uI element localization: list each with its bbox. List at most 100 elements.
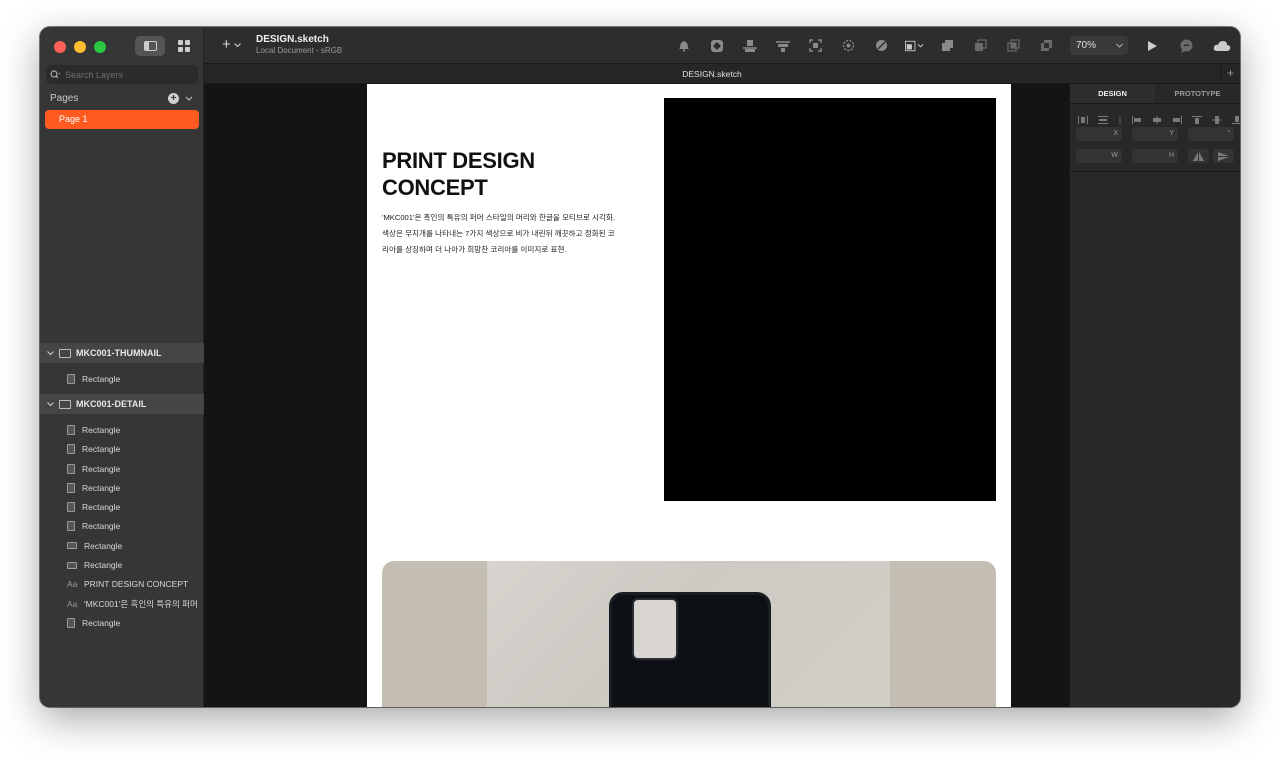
phone-case-photo[interactable] xyxy=(487,561,890,707)
layer-row[interactable]: Rectangle xyxy=(40,478,204,497)
print-design-heading[interactable]: PRINT DESIGN CONCEPT xyxy=(382,147,535,201)
artboard-icon xyxy=(59,348,71,358)
black-rectangle[interactable] xyxy=(664,98,996,501)
toolbar-icons xyxy=(674,37,1056,54)
layer-row[interactable]: Rectangle xyxy=(40,420,204,439)
camera-cutout xyxy=(632,598,678,660)
chevron-down-icon[interactable] xyxy=(185,96,193,102)
align-icon[interactable] xyxy=(773,37,792,54)
layer-row[interactable]: Rectangle xyxy=(40,440,204,459)
layer-label: Rectangle xyxy=(82,444,121,455)
width-field[interactable]: W xyxy=(1076,149,1122,163)
distribute-icon[interactable] xyxy=(740,37,759,54)
scissors-icon[interactable] xyxy=(872,37,891,54)
layer-label: Rectangle xyxy=(82,521,121,532)
height-field[interactable]: H xyxy=(1132,149,1178,163)
bell-icon[interactable] xyxy=(674,37,693,54)
align-right-icon[interactable] xyxy=(1172,111,1182,124)
document-tab-bar: DESIGN.sketch + xyxy=(204,64,1240,84)
layer-row[interactable]: Rectangle xyxy=(40,369,204,388)
difference-icon[interactable] xyxy=(1037,37,1056,54)
tab-prototype[interactable]: PROTOTYPE xyxy=(1155,84,1240,103)
layer-row[interactable]: Rectangle xyxy=(40,497,204,516)
description-line: 색상은 무지개를 나타내는 7가지 색상으로 비가 내린뒤 깨끗하고 정화된 코 xyxy=(382,229,615,238)
geometry-fields: X Y ° W H xyxy=(1070,119,1240,163)
position-row: X Y ° xyxy=(1076,127,1234,141)
frame-icon[interactable] xyxy=(806,37,825,54)
artboard-mkc001-detail[interactable]: PRINT DESIGN CONCEPT 'MKC001'은 흑인의 특유의 퍼… xyxy=(367,84,1011,707)
text-layer-icon: Aa xyxy=(67,579,78,590)
concept-description[interactable]: 'MKC001'은 흑인의 특유의 퍼머 스타일의 머리와 한글을 모티브로 시… xyxy=(382,210,647,258)
insert-button[interactable]: + xyxy=(222,37,241,52)
layer-row[interactable]: Rectangle xyxy=(40,536,204,555)
add-page-icon[interactable]: + xyxy=(168,93,179,104)
layer-row[interactable]: Rectangle xyxy=(40,613,204,632)
inspector-divider xyxy=(1070,171,1240,172)
layer-label: 'MKC001'은 흑인의 특유의 퍼머 xyxy=(84,598,198,609)
x-field[interactable]: X xyxy=(1076,127,1122,141)
design-canvas[interactable]: PRINT DESIGN CONCEPT 'MKC001'은 흑인의 특유의 퍼… xyxy=(204,84,1069,707)
mask-icon[interactable] xyxy=(839,37,858,54)
grid-icon xyxy=(178,40,190,52)
heading-line: PRINT DESIGN xyxy=(382,148,535,173)
zoom-window-button[interactable] xyxy=(94,41,106,53)
layer-row[interactable]: Rectangle xyxy=(40,517,204,536)
align-top-icon[interactable] xyxy=(1192,111,1202,124)
layer-label: Rectangle xyxy=(82,502,121,513)
union-icon[interactable] xyxy=(938,37,957,54)
align-bottom-icon[interactable] xyxy=(1232,111,1240,124)
artboard-name: MKC001-DETAIL xyxy=(76,399,147,410)
play-icon[interactable] xyxy=(1142,37,1161,54)
search-input[interactable] xyxy=(65,69,185,80)
close-window-button[interactable] xyxy=(54,41,66,53)
intersect-icon[interactable] xyxy=(1004,37,1023,54)
component-icon[interactable] xyxy=(707,37,726,54)
tab-design[interactable]: DESIGN xyxy=(1070,84,1155,103)
window-controls xyxy=(54,41,106,53)
new-tab-button[interactable]: + xyxy=(1220,64,1240,84)
layer-row[interactable]: Aa PRINT DESIGN CONCEPT xyxy=(40,575,204,594)
artboard-group-detail[interactable]: MKC001-DETAIL xyxy=(40,394,204,415)
y-field[interactable]: Y xyxy=(1132,127,1178,141)
flip-vertical-button[interactable] xyxy=(1213,149,1234,163)
zoom-select[interactable]: 70% xyxy=(1070,36,1128,55)
flip-horizontal-icon xyxy=(1193,151,1204,161)
comment-icon[interactable] xyxy=(1177,37,1196,54)
layer-row[interactable]: Rectangle xyxy=(40,459,204,478)
rectangle-icon xyxy=(67,561,77,569)
chevron-down-icon xyxy=(1116,43,1123,48)
rotation-field[interactable]: ° xyxy=(1188,127,1234,141)
align-left-icon[interactable] xyxy=(1132,111,1142,124)
layer-list-view-button[interactable] xyxy=(135,36,165,56)
distribute-horizontal-icon[interactable] xyxy=(1078,111,1088,124)
cloud-icon[interactable] xyxy=(1212,37,1231,54)
more-icon[interactable] xyxy=(1118,111,1122,124)
document-subtitle: Local Document - sRGB xyxy=(256,46,343,55)
layer-label: Rectangle xyxy=(82,424,121,435)
rectangle-icon xyxy=(67,542,77,550)
size-row: W H xyxy=(1076,149,1234,163)
artboard-group-thumnail[interactable]: MKC001-THUMNAIL xyxy=(40,343,204,363)
rectangle-icon xyxy=(67,502,75,513)
layer-row[interactable]: Rectangle xyxy=(40,555,204,574)
layer-label: Rectangle xyxy=(84,560,123,571)
layer-row[interactable]: Aa 'MKC001'은 흑인의 특유의 퍼머 xyxy=(40,594,204,613)
flip-horizontal-button[interactable] xyxy=(1188,149,1209,163)
tab-design-sketch[interactable]: DESIGN.sketch xyxy=(204,69,1220,79)
align-middle-icon[interactable] xyxy=(1212,111,1222,124)
distribute-vertical-icon[interactable] xyxy=(1098,111,1108,124)
components-view-button[interactable] xyxy=(169,36,199,56)
rectangle-icon xyxy=(67,617,75,628)
layer-label: Rectangle xyxy=(82,617,121,628)
transform-icon[interactable] xyxy=(905,37,924,54)
minimize-window-button[interactable] xyxy=(74,41,86,53)
page-item-page-1[interactable]: Page 1 xyxy=(45,110,199,129)
sidebar-view-toggle xyxy=(135,36,199,56)
subtract-icon[interactable] xyxy=(971,37,990,54)
toolbar: + DESIGN.sketch Local Document - sRGB 70… xyxy=(204,27,1240,64)
align-center-icon[interactable] xyxy=(1152,111,1162,124)
chevron-down-icon[interactable] xyxy=(47,401,54,407)
pages-label: Pages xyxy=(50,93,79,104)
chevron-down-icon[interactable] xyxy=(47,350,54,356)
photo-background-rectangle[interactable] xyxy=(382,561,996,707)
